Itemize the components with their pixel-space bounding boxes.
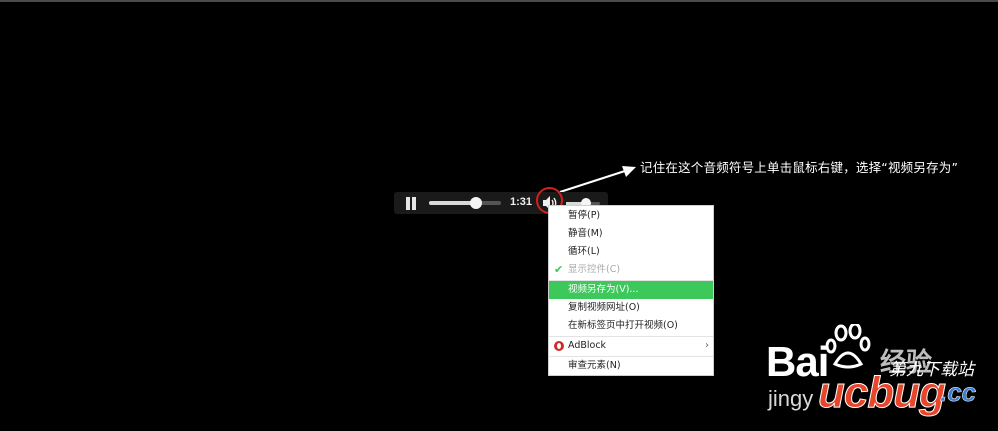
menu-item-pause[interactable]: 暂停(P) bbox=[549, 207, 713, 225]
context-menu: 暂停(P) 静音(M) 循环(L) ✔ 显示控件(C) 视频另存为(V)... … bbox=[548, 205, 714, 376]
menu-item-loop[interactable]: 循环(L) bbox=[549, 243, 713, 261]
seek-progress bbox=[429, 201, 476, 205]
chevron-right-icon: › bbox=[705, 340, 709, 351]
adblock-icon bbox=[554, 341, 564, 351]
menu-item-show-controls[interactable]: ✔ 显示控件(C) bbox=[549, 261, 713, 279]
pause-icon bbox=[406, 197, 410, 210]
annotation-text: 记住在这个音频符号上单击鼠标右键，选择“视频另存为” bbox=[640, 160, 959, 175]
pause-button[interactable] bbox=[405, 197, 417, 210]
jingyan-url-watermark: jingy bbox=[768, 386, 814, 411]
seek-thumb[interactable] bbox=[469, 197, 482, 209]
menu-item-adblock[interactable]: AdBlock › bbox=[549, 337, 713, 355]
menu-item-inspect-element[interactable]: 审查元素(N) bbox=[549, 357, 713, 375]
menu-item-save-video-as[interactable]: 视频另存为(V)... bbox=[549, 281, 713, 299]
check-icon: ✔ bbox=[554, 263, 564, 276]
time-display: 1:31 bbox=[510, 196, 533, 208]
menu-item-open-video-new-tab[interactable]: 在新标签页中打开视频(O) bbox=[549, 317, 713, 335]
menu-item-mute[interactable]: 静音(M) bbox=[549, 225, 713, 243]
ucbug-logo: ucbug bbox=[818, 368, 947, 418]
menu-item-copy-video-url[interactable]: 复制视频网址(O) bbox=[549, 299, 713, 317]
seek-slider[interactable] bbox=[429, 197, 501, 209]
ucbug-logo-tld: .cc bbox=[940, 377, 977, 408]
top-border bbox=[0, 0, 998, 2]
baidu-paw-icon bbox=[825, 324, 871, 369]
